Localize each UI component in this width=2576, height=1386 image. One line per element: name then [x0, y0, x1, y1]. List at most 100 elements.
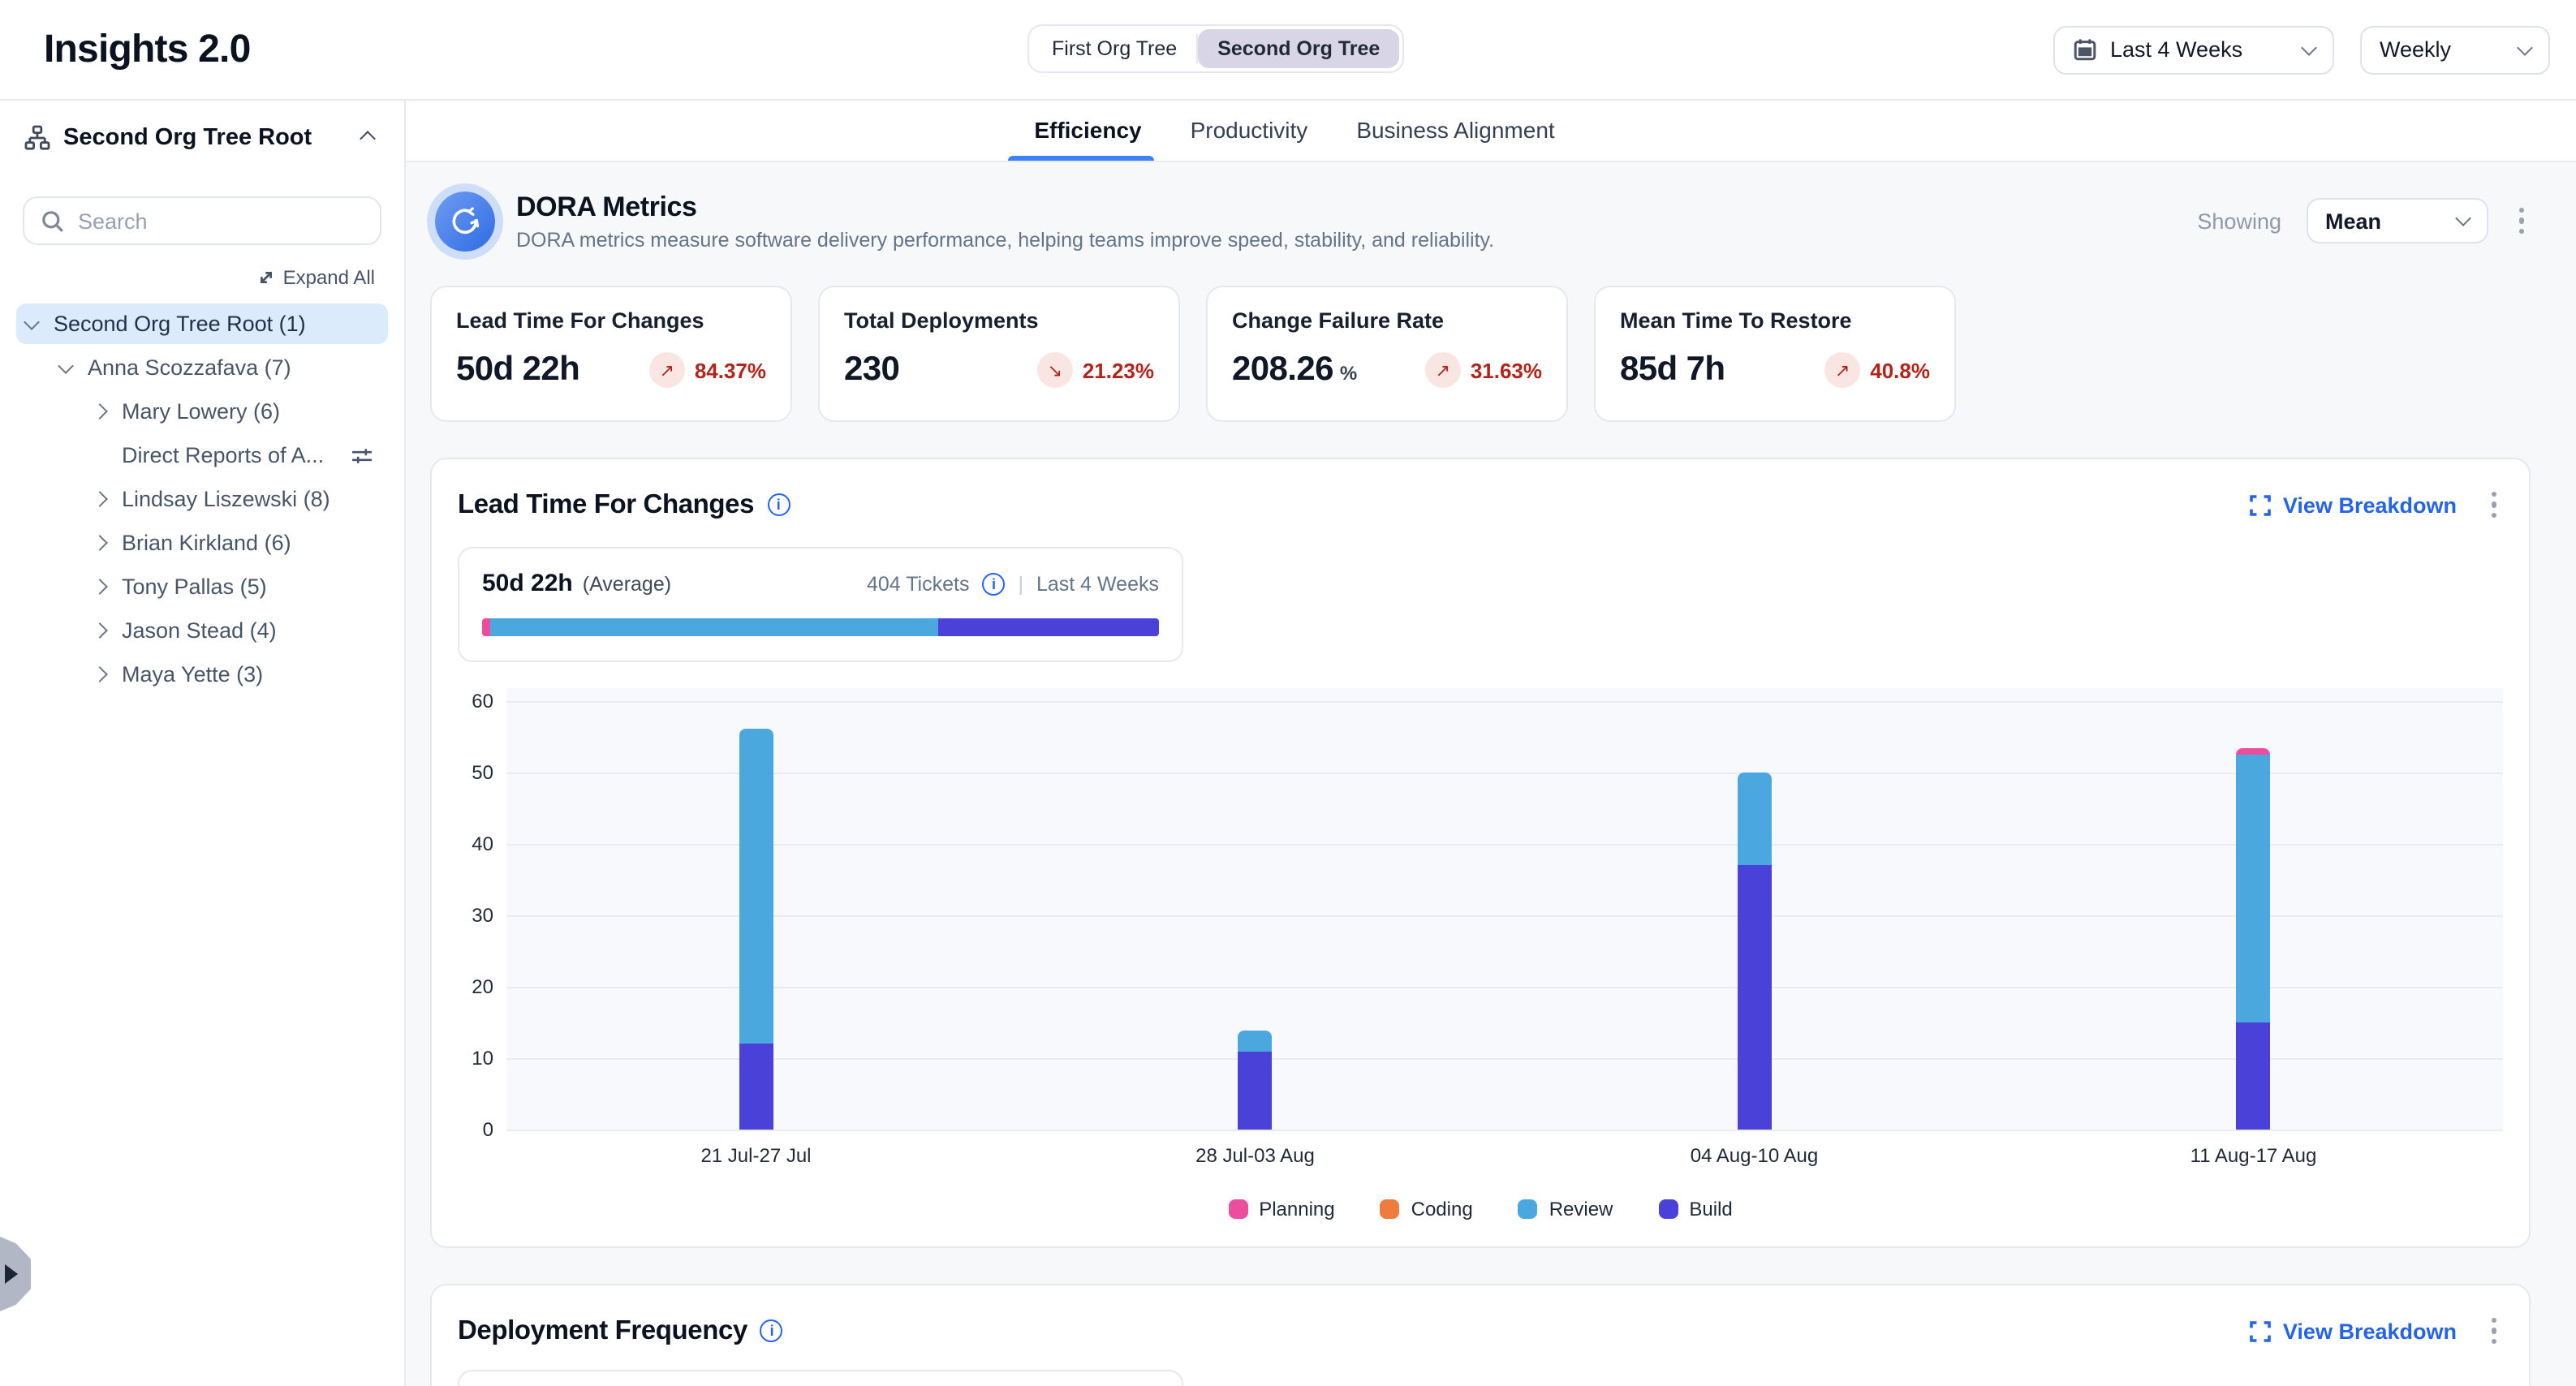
bar-segment-build[interactable]: [1238, 1052, 1273, 1130]
tree-item-second-org-tree-root-1[interactable]: Second Org Tree Root (1): [16, 303, 388, 344]
metric-label: Change Failure Rate: [1232, 308, 1542, 333]
chevron-right-icon[interactable]: [92, 666, 108, 682]
dora-cycle-icon: [435, 191, 495, 251]
expand-all-button[interactable]: Expand All: [257, 266, 375, 289]
tree-item-mary-lowery-6[interactable]: Mary Lowery (6): [16, 391, 388, 432]
tree-item-lindsay-liszewski-8[interactable]: Lindsay Liszewski (8): [16, 479, 388, 519]
separator: |: [1018, 572, 1023, 595]
y-tick-label: 40: [472, 833, 493, 855]
search-input[interactable]: [78, 209, 364, 233]
view-breakdown-link[interactable]: View Breakdown: [2251, 493, 2457, 517]
chevron-right-icon[interactable]: [92, 579, 108, 595]
dora-kebab-menu[interactable]: [2512, 201, 2531, 241]
legend-item-review[interactable]: Review: [1518, 1196, 1613, 1220]
lead-time-panel: Lead Time For Changes i View Breakdown: [430, 458, 2531, 1248]
chevron-right-icon[interactable]: [92, 622, 108, 639]
tree-item-label: Tony Pallas (5): [122, 575, 267, 599]
y-axis: 0102030405060: [458, 688, 506, 1130]
tree-item-anna-scozzafava-7[interactable]: Anna Scozzafava (7): [16, 347, 388, 388]
topbar: Insights 2.0 First Org TreeSecond Org Tr…: [0, 0, 2576, 101]
bar-segment-build[interactable]: [739, 1044, 773, 1130]
caret-right-icon: [5, 1264, 18, 1284]
tree-item-direct-reports-of-a[interactable]: Direct Reports of A...: [16, 435, 388, 476]
trend-delta: 84.37%: [695, 358, 766, 382]
deployment-kebab-menu[interactable]: [2484, 1311, 2503, 1351]
bar-segment-review[interactable]: [2237, 755, 2271, 1022]
search-box: [23, 196, 381, 245]
trend-up-icon: ↗: [1824, 352, 1860, 388]
bar-segment-review[interactable]: [1738, 773, 1772, 865]
x-tick-label: 11 Aug-17 Aug: [2004, 1144, 2503, 1167]
aggregation-select[interactable]: Mean: [2306, 198, 2488, 243]
deployment-frequency-title: Deployment Frequency: [458, 1315, 747, 1346]
legend-swatch: [1658, 1199, 1678, 1218]
chart-legend: Planning Coding Review Build: [458, 1196, 2503, 1220]
tab-efficiency[interactable]: Efficiency: [1031, 101, 1144, 161]
minibar-segment-build: [939, 618, 1159, 636]
legend-label: Coding: [1411, 1197, 1473, 1220]
bar-segment-build[interactable]: [2237, 1022, 2271, 1130]
tree-item-maya-yette-3[interactable]: Maya Yette (3): [16, 654, 388, 695]
metric-label: Total Deployments: [844, 308, 1154, 333]
bar-segment-planning[interactable]: [2237, 748, 2271, 755]
tree-item-jason-stead-4[interactable]: Jason Stead (4): [16, 610, 388, 651]
granularity-select[interactable]: Weekly: [2360, 25, 2550, 74]
chevron-down-icon[interactable]: [58, 357, 74, 373]
stacked-bar-21-jul-27-jul[interactable]: [739, 729, 773, 1130]
tab-productivity[interactable]: Productivity: [1187, 101, 1312, 161]
legend-item-coding[interactable]: Coding: [1381, 1196, 1473, 1220]
tree-item-tony-pallas-5[interactable]: Tony Pallas (5): [16, 566, 388, 607]
chevron-down-icon: [2517, 39, 2533, 55]
legend-label: Build: [1689, 1197, 1732, 1220]
sidebar-title: Second Org Tree Root: [63, 125, 312, 151]
bar-columns: [506, 688, 2503, 1130]
y-tick-label: 60: [472, 690, 493, 712]
dora-title: DORA Metrics: [516, 191, 1494, 223]
toggle-option-first-org-tree[interactable]: First Org Tree: [1032, 29, 1196, 68]
bar-segment-review[interactable]: [739, 729, 773, 1044]
stacked-bar-04-aug-10-aug[interactable]: [1738, 773, 1772, 1130]
metric-card-total-deployments: Total Deployments230↘21.23%: [818, 286, 1180, 422]
calendar-icon: [2073, 37, 2097, 62]
info-icon[interactable]: i: [760, 1319, 783, 1342]
stacked-bar-11-aug-17-aug[interactable]: [2237, 748, 2271, 1130]
tab-business-alignment[interactable]: Business Alignment: [1353, 101, 1557, 161]
chevron-right-icon[interactable]: [92, 491, 108, 507]
bar-column-11-aug-17-aug: [2004, 688, 2503, 1130]
tree-item-label: Mary Lowery (6): [122, 399, 280, 424]
filter-sliders-icon[interactable]: [351, 444, 373, 467]
app-window: Insights 2.0 First Org TreeSecond Org Tr…: [0, 0, 2576, 1386]
content: DORA Metrics DORA metrics measure softwa…: [406, 162, 2576, 1386]
info-icon[interactable]: i: [767, 493, 790, 516]
tree-item-brian-kirkland-6[interactable]: Brian Kirkland (6): [16, 523, 388, 563]
x-axis: 21 Jul-27 Jul28 Jul-03 Aug04 Aug-10 Aug1…: [506, 1144, 2503, 1167]
legend-item-build[interactable]: Build: [1658, 1196, 1732, 1220]
sidebar-collapse-button[interactable]: [355, 117, 380, 159]
metric-label: Lead Time For Changes: [456, 308, 766, 333]
legend-swatch: [1518, 1199, 1538, 1218]
chevron-right-icon[interactable]: [92, 535, 108, 551]
bar-segment-review[interactable]: [1238, 1031, 1273, 1052]
toggle-option-second-org-tree[interactable]: Second Org Tree: [1198, 29, 1399, 68]
bar-segment-build[interactable]: [1738, 865, 1772, 1130]
chevron-right-icon[interactable]: [92, 403, 108, 420]
sidebar-resize-handle[interactable]: [0, 1237, 31, 1311]
tree-item-label: Second Org Tree Root (1): [54, 312, 306, 336]
legend-item-planning[interactable]: Planning: [1228, 1196, 1334, 1220]
legend-swatch: [1381, 1199, 1400, 1218]
view-breakdown-link[interactable]: View Breakdown: [2251, 1319, 2457, 1343]
sidebar-header: Second Org Tree Root: [0, 107, 404, 169]
stacked-bar-28-jul-03-aug[interactable]: [1238, 1031, 1273, 1130]
chevron-down-icon[interactable]: [24, 313, 40, 329]
date-range-select[interactable]: Last 4 Weeks: [2053, 25, 2334, 74]
tabs-bar: Efficiency Productivity Business Alignment: [406, 101, 2576, 162]
info-icon[interactable]: i: [982, 572, 1005, 595]
lead-time-title: Lead Time For Changes: [458, 489, 754, 520]
lead-time-kebab-menu[interactable]: [2484, 485, 2503, 525]
metric-card-change-failure-rate: Change Failure Rate208.26%↗31.63%: [1206, 286, 1568, 422]
tree-item-label: Anna Scozzafava (7): [88, 355, 291, 380]
aggregation-value: Mean: [2325, 209, 2444, 233]
metric-label: Mean Time To Restore: [1620, 308, 1930, 333]
trend-badge: ↘21.23%: [1037, 352, 1154, 388]
app-title: Insights 2.0: [44, 27, 251, 72]
